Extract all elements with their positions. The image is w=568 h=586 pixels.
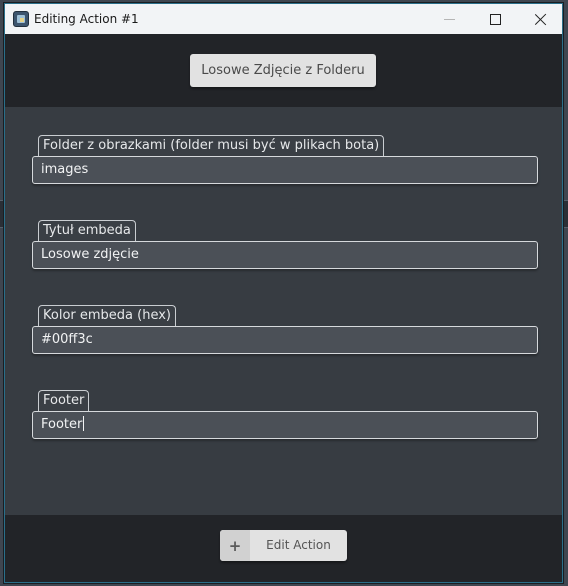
maximize-button[interactable] xyxy=(472,4,518,34)
folder-input-value: images xyxy=(41,162,89,177)
minimize-icon xyxy=(443,18,455,20)
action-type-button[interactable]: Losowe Zdjęcie z Folderu xyxy=(190,54,376,87)
edit-action-label: Edit Action xyxy=(266,538,331,552)
edit-action-button[interactable]: + Edit Action xyxy=(220,530,347,561)
folder-field-label: Folder z obrazkami (folder musi być w pl… xyxy=(38,135,385,156)
embed-title-field-label: Tytuł embeda xyxy=(38,220,136,241)
footer-band: + Edit Action xyxy=(5,515,562,582)
footer-field-label: Footer xyxy=(38,390,90,411)
close-button[interactable] xyxy=(518,4,564,34)
embed-title-input-value: Losowe zdjęcie xyxy=(41,247,139,262)
form-content: Folder z obrazkami (folder musi być w pl… xyxy=(5,107,562,515)
header-band: Losowe Zdjęcie z Folderu xyxy=(5,34,562,107)
embed-color-input-value: #00ff3c xyxy=(41,332,93,347)
minimize-button[interactable] xyxy=(426,4,472,34)
embed-title-input[interactable]: Losowe zdjęcie xyxy=(32,241,538,269)
embed-color-input[interactable]: #00ff3c xyxy=(32,326,538,354)
close-icon xyxy=(535,13,547,25)
title-bar[interactable]: Editing Action #1 xyxy=(5,4,562,34)
window-title: Editing Action #1 xyxy=(34,12,139,26)
editing-action-window: Editing Action #1 Losowe Zdjęcie z Folde… xyxy=(4,3,563,583)
embed-color-field-label: Kolor embeda (hex) xyxy=(38,305,176,326)
plus-icon: + xyxy=(220,530,250,561)
app-icon xyxy=(13,11,29,27)
footer-input-value: Footer xyxy=(41,417,83,432)
folder-input[interactable]: images xyxy=(32,156,538,184)
text-cursor xyxy=(83,416,85,431)
maximize-icon xyxy=(489,13,501,25)
footer-input[interactable]: Footer xyxy=(32,411,538,439)
